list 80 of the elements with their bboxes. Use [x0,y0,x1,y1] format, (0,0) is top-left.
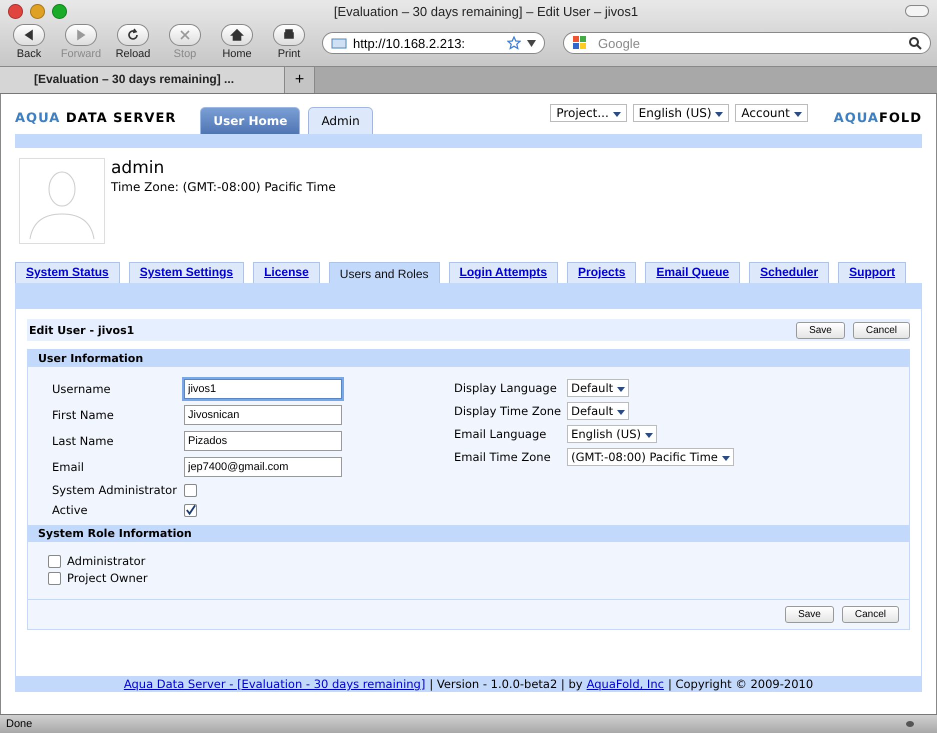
app-tab[interactable]: User Home [200,107,300,134]
field-label: Email Language [454,427,548,441]
search-field[interactable]: Google [563,32,931,54]
star-icon[interactable] [507,36,521,50]
dropdown-menu[interactable]: English (US) [632,104,730,122]
toolbar-button[interactable]: Print [266,24,312,60]
window-title: [Evaluation – 30 days remaining] – Edit User – jivos1 [332,4,640,18]
section-tab[interactable]: Email Queue [645,262,740,283]
text-field[interactable]: jep7400@gmail.com [184,457,342,477]
text-field[interactable]: Jivosnican [184,405,342,425]
section-tab[interactable]: Projects [567,262,636,283]
footer-link[interactable]: AquaFold, Inc [586,677,664,691]
section-tab[interactable]: System Status [15,262,120,283]
form-button[interactable]: Save [796,322,845,338]
app-tab[interactable]: Admin [308,107,373,134]
field-label: Email Time Zone [454,450,552,464]
field-label: Display Language [454,381,558,395]
toolbar-button[interactable]: Home [214,24,260,60]
section-tab[interactable]: License [253,262,320,283]
close-icon[interactable] [8,4,23,18]
caret-icon [612,112,621,117]
caret-icon [794,112,802,117]
select-field[interactable]: English (US) [567,425,657,443]
footer-text: | Version - 1.0.0-beta2 | by [429,677,583,691]
new-tab-button[interactable]: + [285,67,315,93]
toolbar-button[interactable]: Back [6,24,52,60]
minimize-icon[interactable] [30,4,45,18]
company-logo: AQUAFOLD [834,111,922,128]
dropdown-arrow-icon[interactable] [527,40,536,46]
checkbox[interactable] [184,504,197,516]
select-field[interactable]: Default [567,379,629,397]
caret-icon [715,112,724,117]
text-field[interactable]: Pizados [184,431,342,451]
section-heading: User Information [28,350,909,367]
app-logo: AQUA DATA SERVER [15,111,176,128]
form-button[interactable]: Save [785,606,834,623]
checkbox[interactable] [48,572,61,584]
zoom-icon[interactable] [52,4,67,18]
page-icon [331,37,347,49]
select-field[interactable]: Default [567,402,629,420]
text-field[interactable]: jivos1 [184,379,342,399]
dropdown-menu[interactable]: Project... [550,104,627,122]
section-heading: System Role Information [28,525,909,542]
caret-icon [616,410,625,415]
field-label: Username [52,382,112,396]
field-label: Last Name [52,434,115,448]
footer-text: | Copyright © 2009-2010 [668,677,814,691]
form-title: Edit User - jivos1 [29,324,136,336]
checkbox-label: Administrator [67,554,146,568]
dropdown-menu[interactable]: Account [735,104,808,122]
browser-tab[interactable]: [Evaluation – 30 days remaining] ... [0,67,285,93]
caret-icon [616,387,625,392]
footer-link[interactable]: Aqua Data Server - [Evaluation - 30 days remaining] [124,677,426,691]
reload-icon [125,27,141,43]
toolbar-button[interactable]: Reload [110,24,156,60]
field-label: First Name [52,408,115,422]
field-label: Email [52,460,85,474]
caret-icon [722,456,730,461]
section-tab[interactable]: Login Attempts [448,262,558,283]
section-tab[interactable]: Support [838,262,906,283]
section-tab[interactable]: System Settings [128,262,244,283]
field-label: Display Time Zone [454,404,562,418]
time-zone-text: Time Zone: (GMT:-08:00) Pacific Time [111,180,336,194]
form-button[interactable]: Cancel [852,322,910,338]
checkbox[interactable] [48,554,61,568]
form-button[interactable]: Cancel [842,606,899,623]
user-name: admin [111,158,166,178]
section-tab[interactable]: Users and Roles [328,262,440,283]
field-label: Active [52,503,89,517]
home-icon [229,27,245,43]
address-field[interactable]: http://10.168.2.213: [322,32,545,54]
toolbar-toggle-icon[interactable] [905,5,929,17]
select-field[interactable]: (GMT:-08:00) Pacific Time [567,448,734,466]
section-tab[interactable]: Scheduler [749,262,830,283]
search-icon[interactable] [908,36,922,50]
checkbox[interactable] [184,484,197,496]
checkbox-label: Project Owner [67,571,148,585]
caret-icon [644,433,653,438]
field-label: System Administrator [52,483,178,497]
status-text: Done [6,718,32,730]
